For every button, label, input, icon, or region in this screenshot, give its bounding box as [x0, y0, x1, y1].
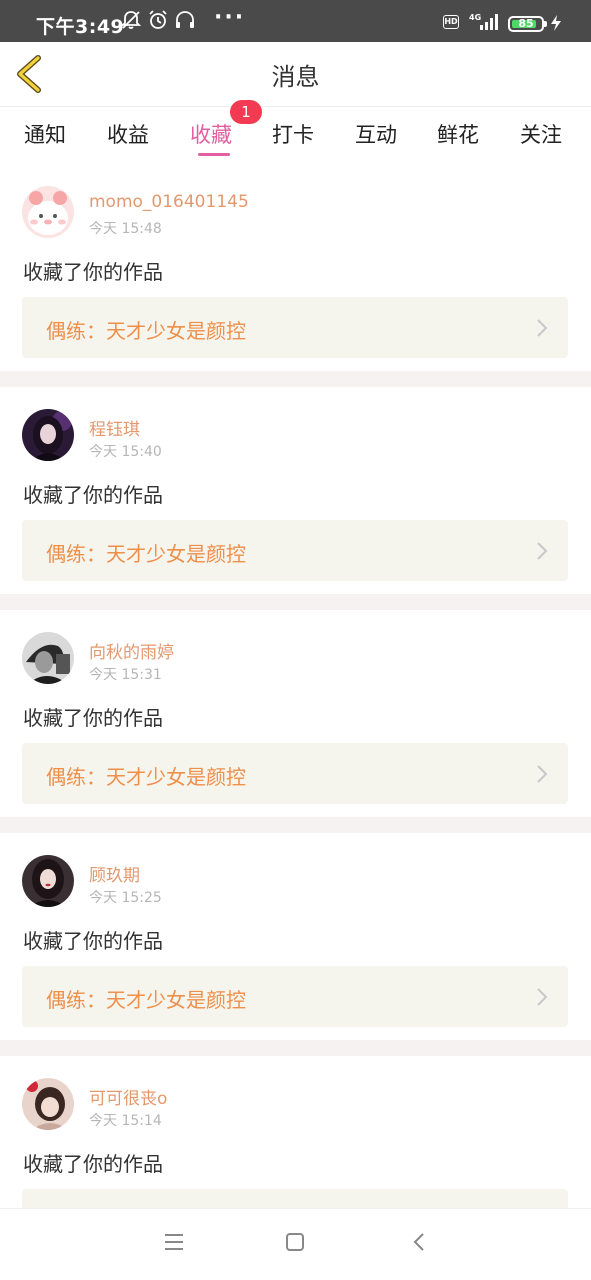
username[interactable]: 可可很丧o	[89, 1084, 167, 1109]
work-link[interactable]: 偶练：天才少女是颜控	[22, 743, 568, 804]
action-text: 收藏了你的作品	[23, 706, 163, 730]
avatar[interactable]	[22, 632, 74, 684]
avatar[interactable]	[22, 186, 74, 238]
work-title: 偶练：天才少女是颜控	[46, 765, 246, 789]
signal-icon	[478, 13, 500, 35]
divider	[0, 1040, 591, 1056]
username[interactable]: 程钰琪	[89, 415, 140, 440]
username[interactable]: momo_016401145	[89, 192, 249, 212]
battery-percent: 85	[518, 17, 534, 30]
divider	[0, 371, 591, 387]
timestamp: 今天 15:48	[89, 221, 162, 237]
avatar[interactable]	[22, 409, 74, 461]
system-nav-bar	[0, 1208, 591, 1280]
headset-icon	[174, 9, 196, 35]
tab-flowers[interactable]: 鲜花	[437, 119, 479, 149]
menu-icon[interactable]	[164, 1233, 184, 1255]
action-text: 收藏了你的作品	[23, 260, 163, 284]
alarm-icon	[147, 9, 169, 35]
username[interactable]: 顾玖期	[89, 861, 140, 886]
chevron-right-icon	[536, 764, 548, 788]
work-link[interactable]: 偶练：天才少女是颜控	[22, 297, 568, 358]
chevron-right-icon	[536, 318, 548, 342]
list-item: 顾玖期 今天 15:25 收藏了你的作品 偶练：天才少女是颜控	[0, 833, 591, 1040]
tab-notifications[interactable]: 通知	[24, 119, 66, 149]
timestamp: 今天 15:40	[89, 444, 162, 460]
tab-favorites[interactable]: 收藏	[190, 119, 232, 149]
divider	[0, 594, 591, 610]
list-item: 可可很丧o 今天 15:14 收藏了你的作品	[0, 1056, 591, 1208]
active-tab-indicator	[198, 153, 230, 156]
username[interactable]: 向秋的雨婷	[89, 638, 174, 663]
home-square-icon[interactable]	[286, 1233, 304, 1255]
message-list: momo_016401145 今天 15:48 收藏了你的作品 偶练：天才少女是…	[0, 164, 591, 1208]
work-link[interactable]: 偶练：天才少女是颜控	[22, 966, 568, 1027]
unread-badge: 1	[230, 100, 262, 124]
back-triangle-icon[interactable]	[413, 1233, 425, 1255]
timestamp: 今天 15:25	[89, 890, 162, 906]
avatar[interactable]	[22, 855, 74, 907]
action-text: 收藏了你的作品	[23, 929, 163, 953]
action-text: 收藏了你的作品	[23, 483, 163, 507]
tab-follows[interactable]: 关注	[520, 119, 562, 149]
battery-icon: 85	[508, 16, 544, 32]
more-notifications-icon: ···	[214, 5, 246, 30]
work-title: 偶练：天才少女是颜控	[46, 988, 246, 1012]
app-header: 消息	[0, 42, 591, 106]
tab-checkin[interactable]: 打卡	[272, 119, 314, 149]
action-text: 收藏了你的作品	[23, 1152, 163, 1176]
timestamp: 今天 15:14	[89, 1113, 162, 1129]
page-title: 消息	[271, 63, 320, 91]
charging-icon	[550, 14, 562, 36]
timestamp: 今天 15:31	[89, 667, 162, 683]
status-bar: 下午3:49 ··· HD 4G 85	[0, 0, 591, 42]
tab-earnings[interactable]: 收益	[107, 119, 149, 149]
list-item: 程钰琪 今天 15:40 收藏了你的作品 偶练：天才少女是颜控	[0, 387, 591, 594]
tab-bar: 通知 收益 收藏 打卡 互动 鲜花 关注 1	[0, 100, 591, 164]
work-title: 偶练：天才少女是颜控	[46, 319, 246, 343]
tab-interaction[interactable]: 互动	[355, 119, 397, 149]
hd-icon: HD	[443, 15, 459, 29]
divider	[0, 817, 591, 833]
work-title: 偶练：天才少女是颜控	[46, 542, 246, 566]
avatar[interactable]	[22, 1078, 74, 1130]
list-item: 向秋的雨婷 今天 15:31 收藏了你的作品 偶练：天才少女是颜控	[0, 610, 591, 817]
work-link[interactable]	[22, 1189, 568, 1208]
mute-icon	[120, 9, 142, 35]
status-time: 下午3:49	[36, 16, 125, 38]
chevron-right-icon	[536, 987, 548, 1011]
chevron-right-icon	[536, 541, 548, 565]
list-item: momo_016401145 今天 15:48 收藏了你的作品 偶练：天才少女是…	[0, 164, 591, 371]
work-link[interactable]: 偶练：天才少女是颜控	[22, 520, 568, 581]
battery-tip	[544, 21, 547, 27]
